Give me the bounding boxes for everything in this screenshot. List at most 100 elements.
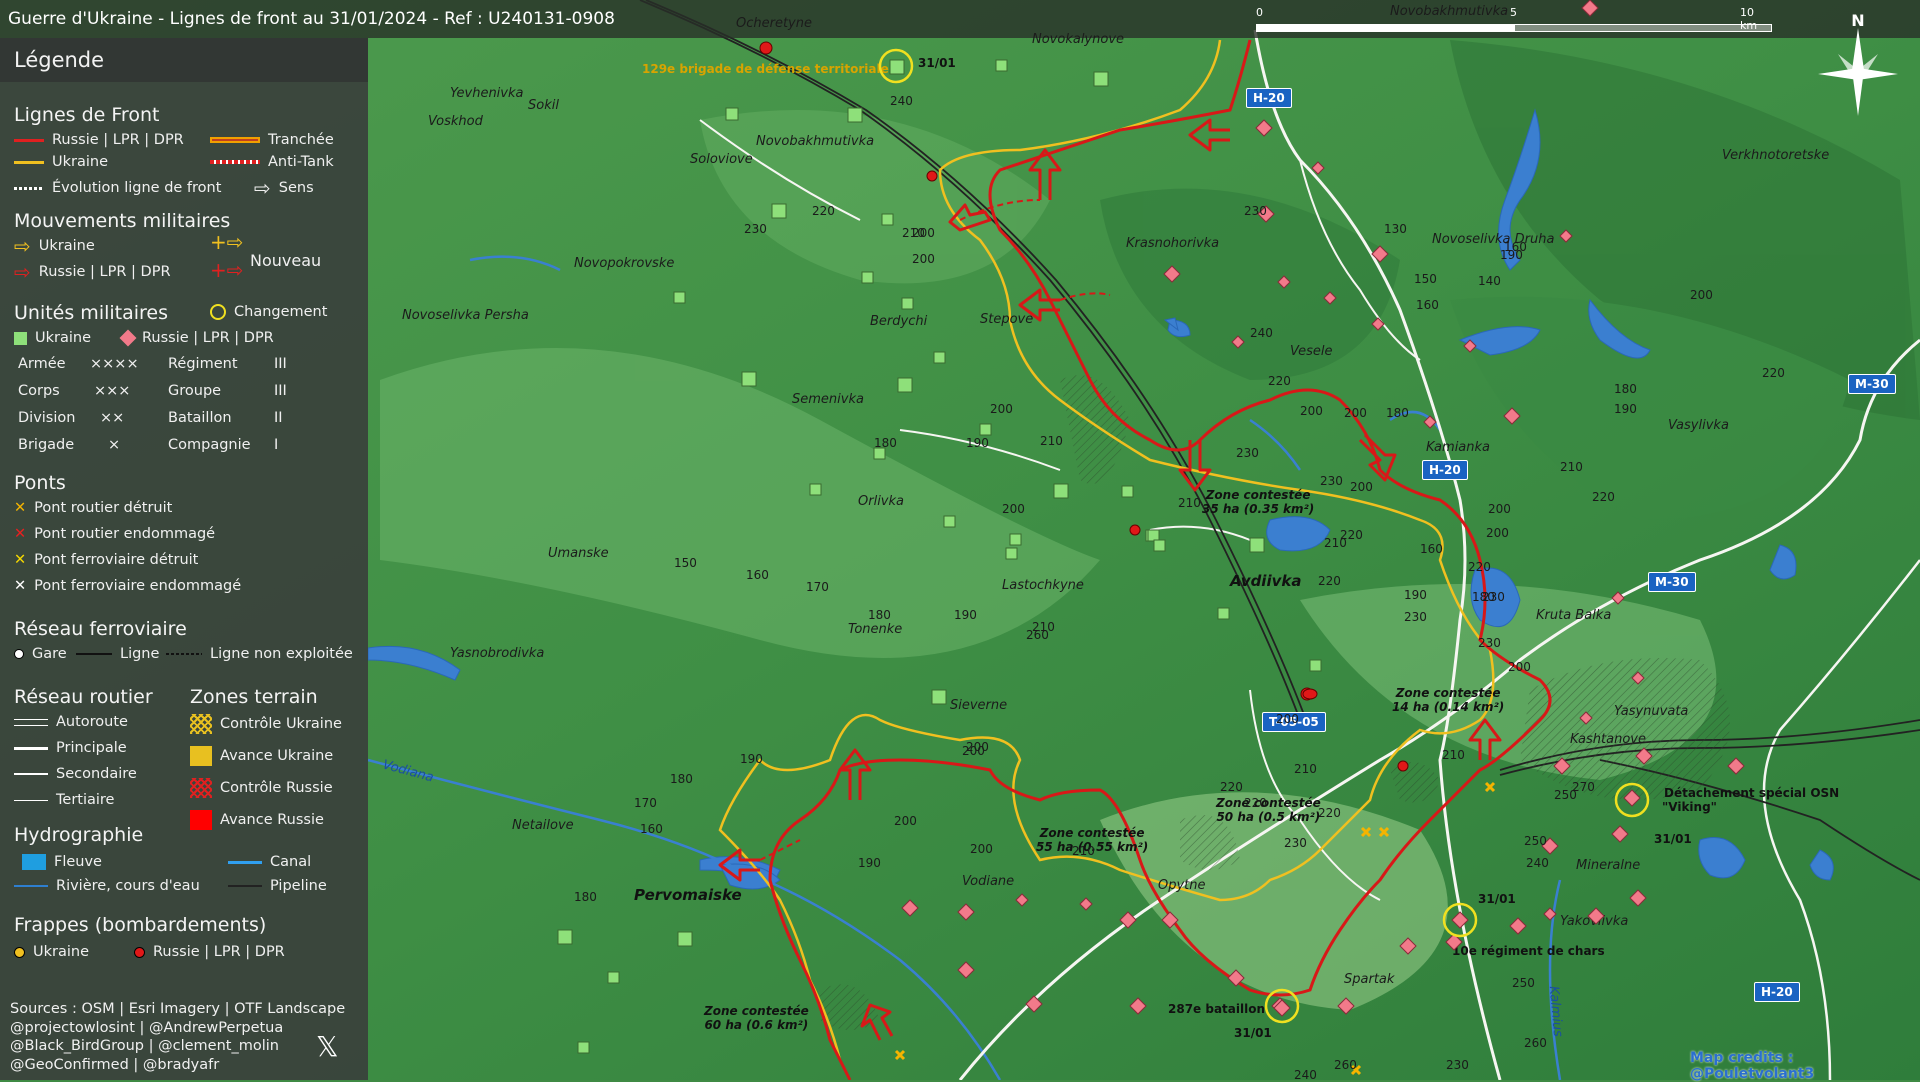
elevation-label: 220 <box>1318 574 1341 588</box>
place-label: Yasnobrodivka <box>450 646 545 661</box>
elevation-label: 250 <box>1512 976 1535 990</box>
place-label: Berdychi <box>870 314 928 329</box>
elevation-label: 210 <box>1442 748 1465 762</box>
elevation-label: 200 <box>962 744 985 758</box>
legend-bridges-title: Ponts <box>14 472 66 494</box>
place-label: Sieverne <box>950 698 1008 713</box>
legend-hydro-canal: Canal <box>228 854 311 870</box>
source-line: @projectowlosint | @AndrewPerpetua <box>10 1019 284 1036</box>
legend-new: Nouveau <box>250 251 322 270</box>
legend-strike-ukraine: Ukraine <box>14 944 89 960</box>
place-label: Novokalynove <box>1032 32 1125 47</box>
legend-unit-sym: III <box>274 383 287 399</box>
elevation-label: 150 <box>674 556 697 570</box>
legend-unit-name: Bataillon <box>168 410 232 426</box>
elevation-label: 230 <box>1478 636 1501 650</box>
sources: Sources : OSM | Esri Imagery | OTF Lands… <box>10 1000 345 1074</box>
elevation-label: 190 <box>858 856 881 870</box>
elevation-label: 210 <box>1324 536 1347 550</box>
place-label: Yakovlivka <box>1560 914 1629 929</box>
legend-zone-ukraine-control: Contrôle Ukraine <box>190 714 342 734</box>
elevation-label: 230 <box>1446 1058 1469 1072</box>
elevation-label: 160 <box>1416 298 1439 312</box>
diamond-icon <box>119 329 137 347</box>
strike-dot-icon <box>14 946 25 958</box>
legend-bridge-road-destroyed: ✕ Pont routier détruit <box>14 500 173 516</box>
legend-front-title: Lignes de Front <box>14 104 160 126</box>
elevation-label: 180 <box>670 772 693 786</box>
source-line: @GeoConfirmed | @bradyafr <box>10 1056 220 1073</box>
cross-icon: ✕ <box>14 578 27 594</box>
elevation-label: 200 <box>1690 288 1713 302</box>
legend-rail-title: Réseau ferroviaire <box>14 618 187 640</box>
x-logo-icon[interactable]: 𝕏 <box>316 1030 339 1063</box>
legend-road-motorway: Autoroute <box>14 714 128 730</box>
elevation-label: 220 <box>812 204 835 218</box>
legend-unit-name: Corps <box>18 383 60 399</box>
unit-date-label: 31/01 <box>1654 832 1692 846</box>
elevation-label: 190 <box>740 752 763 766</box>
elevation-label: 220 <box>1762 366 1785 380</box>
place-label: Vodiane <box>962 874 1015 889</box>
elevation-label: 220 <box>1220 780 1243 794</box>
place-label: Krasnohorivka <box>1126 236 1220 251</box>
legend-header: Légende <box>0 38 368 82</box>
legend-front-ukraine: Ukraine <box>14 154 108 170</box>
legend-change: Changement <box>210 304 327 320</box>
elevation-label: 200 <box>912 252 935 266</box>
legend-move-ukraine: ⇨ Ukraine <box>14 234 95 258</box>
place-label: Voskhod <box>428 114 483 129</box>
elevation-label: 150 <box>1414 272 1437 286</box>
elevation-label: 230 <box>1284 836 1307 850</box>
legend-evolution: Évolution ligne de front <box>14 180 221 196</box>
road-shield: M-30 <box>1648 572 1696 592</box>
elevation-label: 200 <box>1344 406 1367 420</box>
legend-unit-ukraine: Ukraine <box>14 330 91 346</box>
legend-strikes-title: Frappes (bombardements) <box>14 914 267 936</box>
legend-unit-name: Groupe <box>168 383 222 399</box>
place-label: Novoselivka Persha <box>402 308 529 323</box>
elevation-label: 200 <box>1350 480 1373 494</box>
legend-bridge-road-damaged: ✕ Pont routier endommagé <box>14 526 216 542</box>
elevation-label: 210 <box>1178 496 1201 510</box>
cross-icon: ✕ <box>14 552 27 568</box>
legend-unit-sym: × <box>108 437 121 453</box>
station-dot-icon <box>14 649 24 659</box>
place-label: Novobakhmutivka <box>1390 4 1509 19</box>
elevation-label: 200 <box>1276 712 1299 726</box>
legend-panel: Légende Lignes de Front Russie | LPR | D… <box>0 38 368 1080</box>
place-label: Yevhenivka <box>450 86 524 101</box>
elevation-label: 230 <box>1482 590 1505 604</box>
place-label: Vasylivka <box>1668 418 1729 433</box>
source-line: Sources : OSM | Esri Imagery | OTF Lands… <box>10 1001 346 1017</box>
place-label: Ocheretyne <box>736 16 812 31</box>
place-label: Soloviove <box>690 152 753 167</box>
legend-hydro-river: Rivière, cours d'eau <box>14 878 200 894</box>
elevation-label: 190 <box>1404 588 1427 602</box>
elevation-label: 180 <box>874 436 897 450</box>
legend-zone-ukraine-advance: Avance Ukraine <box>190 746 333 766</box>
place-label: Lastochkyne <box>1002 578 1084 593</box>
compass-rose-icon: N <box>1808 6 1908 116</box>
elevation-label: 210 <box>902 226 925 240</box>
elevation-label: 230 <box>1320 474 1343 488</box>
elevation-label: 200 <box>1002 502 1025 516</box>
elevation-label: 230 <box>744 222 767 236</box>
contested-zone-label: Zone contestée 50 ha (0.5 km²) <box>1216 796 1321 824</box>
cross-icon: ✕ <box>14 500 27 516</box>
unit-date-label: 31/01 <box>918 56 956 70</box>
square-icon <box>14 331 27 345</box>
unit-date-label: 31/01 <box>1478 892 1516 906</box>
place-label: Veselе <box>1290 344 1333 359</box>
legend-zone-russia-advance: Avance Russie <box>190 810 324 830</box>
place-label: Novoselivka Druha <box>1432 232 1555 247</box>
place-label: Spartak <box>1344 972 1395 987</box>
map-credits: Map credits : @Pouletvolant3 <box>1690 1050 1815 1082</box>
place-label: Opytne <box>1158 878 1206 893</box>
elevation-label: 200 <box>1488 502 1511 516</box>
elevation-label: 170 <box>634 796 657 810</box>
scale-mid: 5 <box>1510 6 1517 19</box>
place-label: Netailove <box>512 818 574 833</box>
legend-unit-name: Division <box>18 410 76 426</box>
legend-road-secondary: Secondaire <box>14 766 137 782</box>
